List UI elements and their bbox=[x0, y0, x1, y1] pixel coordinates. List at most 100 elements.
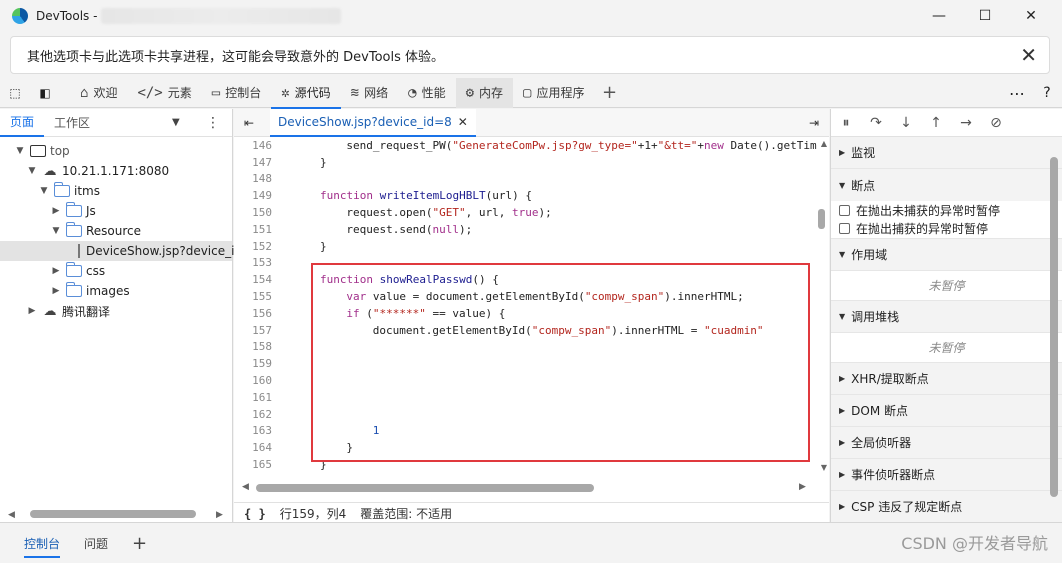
editor-tabs: ⇤ DeviceShow.jsp?device_id=8 ✕ ⇥ bbox=[234, 108, 829, 137]
close-icon[interactable]: ✕ bbox=[1020, 43, 1037, 67]
drawer-tab-console[interactable]: 控制台 bbox=[12, 528, 72, 558]
folder-icon bbox=[66, 262, 82, 277]
tree-node-translate[interactable]: ▶ ☁ 腾讯翻译 bbox=[0, 301, 232, 321]
tree-node-js[interactable]: ▶ Js bbox=[0, 201, 232, 221]
maximize-button[interactable]: ☐ bbox=[962, 0, 1008, 32]
code-line[interactable]: 147} bbox=[234, 154, 817, 171]
step-into-icon[interactable]: ↓ bbox=[891, 115, 921, 131]
tree-node-host[interactable]: ▼ ☁ 10.21.1.171:8080 bbox=[0, 161, 232, 181]
expand-arrow-icon: ▶ bbox=[839, 470, 846, 479]
scroll-left-icon[interactable]: ◀ bbox=[8, 510, 15, 520]
line-number[interactable]: 155 bbox=[234, 290, 272, 303]
inspect-icon[interactable]: ⬚ bbox=[0, 78, 30, 108]
chevron-down-icon[interactable]: ▼ bbox=[172, 117, 180, 128]
toggle-navigator-icon[interactable]: ⇤ bbox=[244, 116, 254, 130]
minimize-button[interactable]: — bbox=[916, 0, 962, 32]
line-number[interactable]: 153 bbox=[234, 256, 272, 269]
more-icon[interactable]: ⋯ bbox=[1002, 78, 1032, 108]
code-line[interactable]: 146 send_request_PW("GenerateComPw.jsp?gw… bbox=[234, 137, 817, 154]
pause-icon[interactable]: ⏸ bbox=[831, 115, 861, 131]
section-dom-breakpoints[interactable]: ▶ DOM 断点 bbox=[831, 395, 1062, 427]
code-line[interactable]: 151 request.send(null); bbox=[234, 221, 817, 238]
toggle-debugger-icon[interactable]: ⇥ bbox=[809, 116, 819, 130]
collapse-arrow-icon: ▶ bbox=[52, 206, 60, 216]
scroll-down-icon[interactable]: ▼ bbox=[821, 463, 827, 472]
step-icon[interactable]: → bbox=[951, 115, 981, 131]
file-tab[interactable]: DeviceShow.jsp?device_id=8 ✕ bbox=[270, 108, 476, 137]
pretty-print-icon[interactable]: { } bbox=[244, 507, 266, 521]
step-over-icon[interactable]: ↷ bbox=[861, 115, 891, 131]
section-watch[interactable]: ▶ 监视 bbox=[831, 137, 1062, 169]
line-number[interactable]: 147 bbox=[234, 156, 272, 169]
tab-memory[interactable]: ⚙ 内存 bbox=[455, 77, 514, 108]
tab-network[interactable]: ≋ 网络 bbox=[341, 78, 398, 108]
code-line[interactable]: 148 bbox=[234, 171, 817, 188]
tree-node-itms[interactable]: ▼ itms bbox=[0, 181, 232, 201]
line-number[interactable]: 162 bbox=[234, 408, 272, 421]
scroll-up-icon[interactable]: ▲ bbox=[821, 139, 827, 148]
tree-node-images[interactable]: ▶ images bbox=[0, 281, 232, 301]
vertical-scrollbar[interactable] bbox=[1050, 157, 1058, 497]
tab-sources[interactable]: ✲ 源代码 bbox=[271, 78, 342, 109]
line-number[interactable]: 157 bbox=[234, 324, 272, 337]
pause-uncaught-checkbox[interactable]: 在抛出未捕获的异常时暂停 bbox=[831, 201, 1062, 219]
close-tab-icon[interactable]: ✕ bbox=[458, 115, 468, 129]
pause-caught-checkbox[interactable]: 在抛出捕获的异常时暂停 bbox=[831, 219, 1062, 239]
tab-elements[interactable]: </> 元素 bbox=[127, 78, 201, 108]
scroll-left-icon[interactable]: ◀ bbox=[242, 482, 249, 492]
horizontal-scrollbar[interactable] bbox=[30, 510, 196, 518]
device-toggle-icon[interactable]: ◧ bbox=[30, 78, 60, 108]
tree-node-file[interactable]: DeviceShow.jsp?device_id bbox=[0, 241, 242, 261]
tree-node-resource[interactable]: ▼ Resource bbox=[0, 221, 232, 241]
tab-workspace[interactable]: 工作区 bbox=[44, 109, 100, 137]
scroll-right-icon[interactable]: ▶ bbox=[216, 510, 223, 520]
section-csp-breakpoints[interactable]: ▶ CSP 违反了规定断点 bbox=[831, 491, 1062, 523]
line-number[interactable]: 160 bbox=[234, 374, 272, 387]
expand-arrow-icon: ▼ bbox=[28, 166, 36, 176]
vertical-scrollbar[interactable] bbox=[818, 209, 825, 229]
code-line[interactable]: 152} bbox=[234, 238, 817, 255]
tab-welcome[interactable]: ⌂ 欢迎 bbox=[70, 78, 127, 108]
line-number[interactable]: 146 bbox=[234, 139, 272, 152]
line-number[interactable]: 151 bbox=[234, 223, 272, 236]
section-scope[interactable]: ▼ 作用域 bbox=[831, 239, 1062, 271]
line-number[interactable]: 158 bbox=[234, 340, 272, 353]
line-number[interactable]: 163 bbox=[234, 424, 272, 437]
drawer-tab-issues[interactable]: 问题 bbox=[72, 528, 120, 558]
edge-logo-icon bbox=[12, 8, 28, 24]
tab-console[interactable]: ▭ 控制台 bbox=[202, 78, 271, 108]
line-number[interactable]: 159 bbox=[234, 357, 272, 370]
kebab-menu-icon[interactable]: ⋮ bbox=[206, 115, 220, 131]
line-number[interactable]: 152 bbox=[234, 240, 272, 253]
tab-page[interactable]: 页面 bbox=[0, 109, 45, 137]
section-label: 作用域 bbox=[851, 248, 888, 262]
section-xhr-breakpoints[interactable]: ▶ XHR/提取断点 bbox=[831, 363, 1062, 395]
editor-status-bar: { } 行159，列4 覆盖范围: 不适用 bbox=[234, 502, 829, 524]
section-breakpoints[interactable]: ▼ 断点 bbox=[831, 169, 1062, 201]
help-icon[interactable]: ? bbox=[1032, 78, 1062, 108]
tree-node-css[interactable]: ▶ css bbox=[0, 261, 232, 281]
add-drawer-tab-icon[interactable]: + bbox=[120, 528, 159, 558]
deactivate-breakpoints-icon[interactable]: ⊘ bbox=[981, 115, 1011, 131]
line-number[interactable]: 156 bbox=[234, 307, 272, 320]
line-number[interactable]: 149 bbox=[234, 189, 272, 202]
section-global-listeners[interactable]: ▶ 全局侦听器 bbox=[831, 427, 1062, 459]
tree-node-top[interactable]: ▼ top bbox=[0, 141, 232, 161]
section-event-listener-breakpoints[interactable]: ▶ 事件侦听器断点 bbox=[831, 459, 1062, 491]
horizontal-scrollbar[interactable] bbox=[256, 484, 594, 492]
code-line[interactable]: 149 function writeItemLogHBLT(url) { bbox=[234, 187, 817, 204]
close-window-button[interactable]: ✕ bbox=[1008, 0, 1054, 32]
line-number[interactable]: 154 bbox=[234, 273, 272, 286]
tab-performance[interactable]: ◔ 性能 bbox=[398, 78, 455, 108]
tab-application[interactable]: ▢ 应用程序 bbox=[513, 78, 594, 108]
scroll-right-icon[interactable]: ▶ bbox=[799, 482, 806, 492]
code-line[interactable]: 150 request.open("GET", url, true); bbox=[234, 204, 817, 221]
add-tab-icon[interactable]: + bbox=[594, 78, 624, 108]
section-callstack[interactable]: ▼ 调用堆栈 bbox=[831, 301, 1062, 333]
line-number[interactable]: 150 bbox=[234, 206, 272, 219]
step-out-icon[interactable]: ↑ bbox=[921, 115, 951, 131]
line-number[interactable]: 161 bbox=[234, 391, 272, 404]
line-number[interactable]: 165 bbox=[234, 458, 272, 471]
line-number[interactable]: 148 bbox=[234, 172, 272, 185]
line-number[interactable]: 164 bbox=[234, 441, 272, 454]
